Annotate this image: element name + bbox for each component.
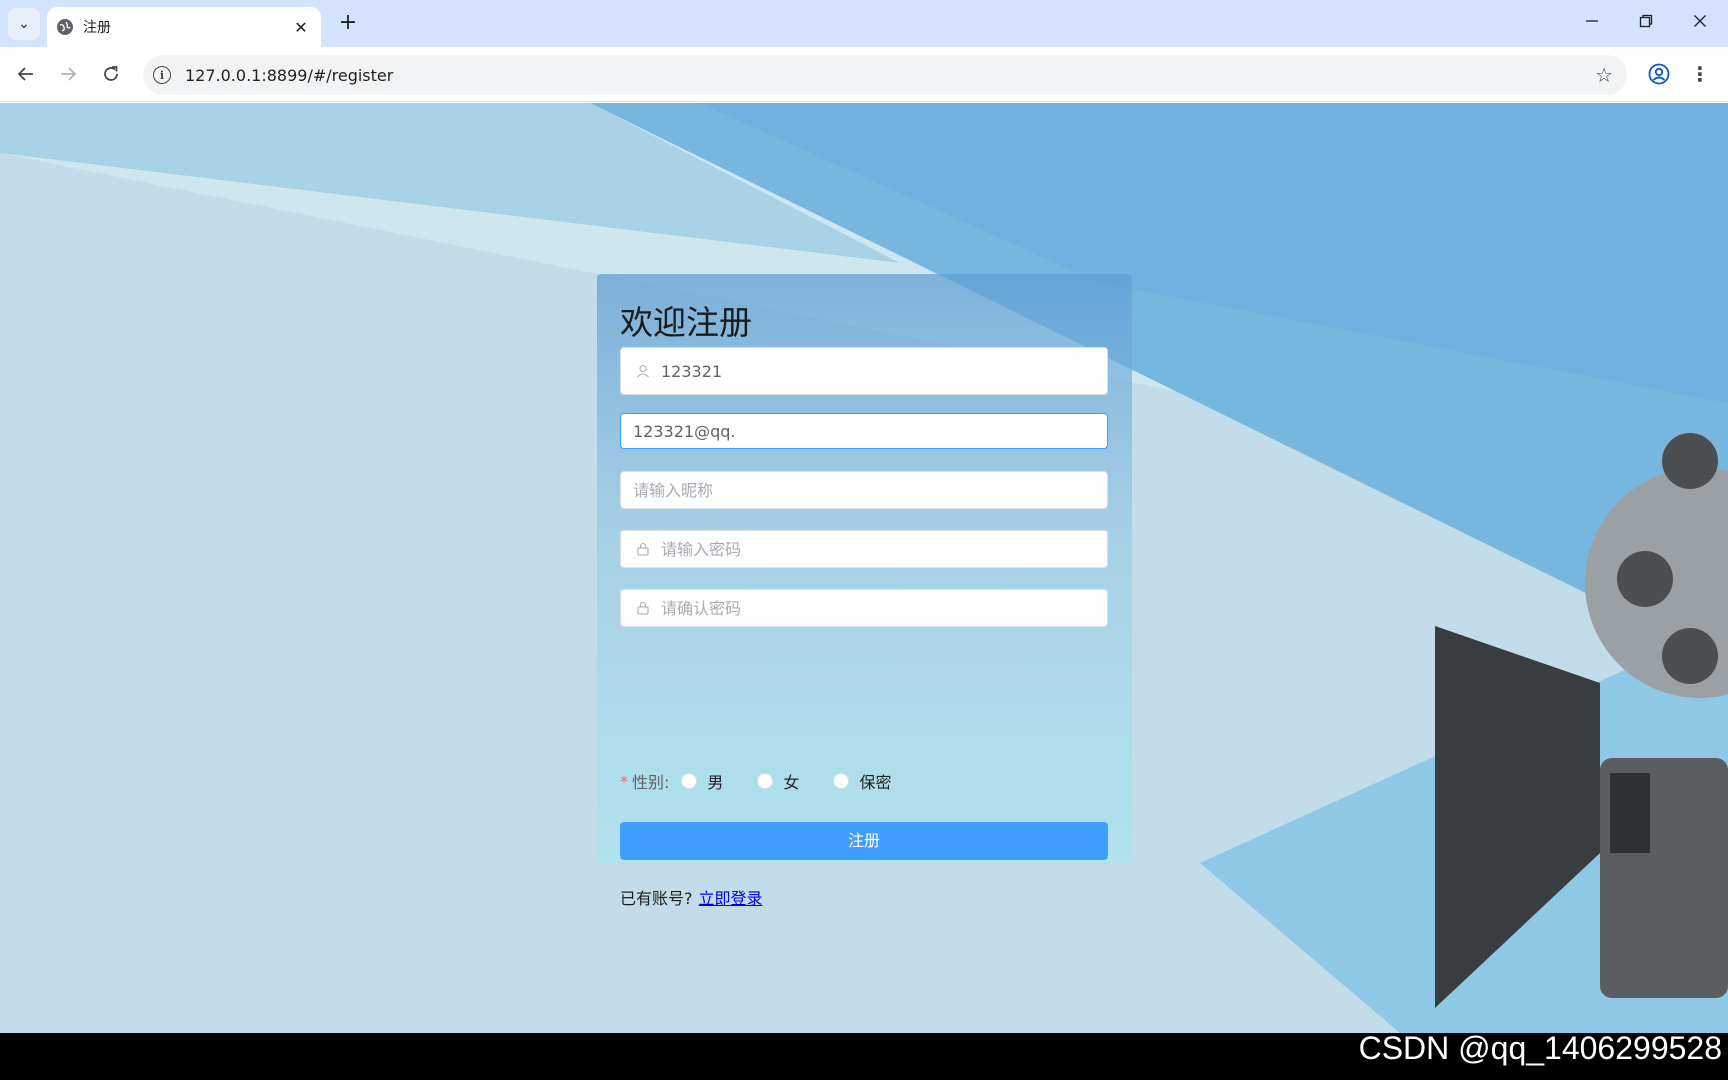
lock-icon <box>635 541 651 557</box>
nickname-field[interactable] <box>620 471 1108 509</box>
page-viewport: 欢迎注册 123321 123321@qq. 请输入昵称 * 性别: 男 女 保… <box>0 103 1728 1033</box>
gender-option-secret[interactable]: 保密 <box>833 769 891 793</box>
register-card: 欢迎注册 123321 123321@qq. 请输入昵称 * 性别: 男 女 保… <box>597 274 1132 908</box>
chevron-down-icon: ⌄ <box>18 16 30 32</box>
gender-option-male[interactable]: 男 <box>681 769 723 793</box>
globe-icon <box>57 19 73 35</box>
new-tab-button[interactable]: + <box>334 10 362 38</box>
address-bar[interactable]: i 127.0.0.1:8899/#/register ☆ <box>143 55 1627 95</box>
tab-register[interactable]: 注册 ✕ <box>47 7 321 47</box>
user-icon <box>635 363 651 379</box>
register-button[interactable]: 注册 <box>620 822 1108 860</box>
forward-icon[interactable] <box>53 59 83 89</box>
confirm-password-field[interactable] <box>620 589 1108 627</box>
gender-group: * 性别: 男 女 保密 <box>620 769 925 793</box>
required-mark: * <box>620 771 628 791</box>
more-menu-icon[interactable]: ⋮ <box>1688 59 1712 89</box>
login-prompt: 已有账号? 立即登录 <box>620 885 763 909</box>
minimize-icon[interactable] <box>1570 8 1614 38</box>
page-title: 欢迎注册 <box>620 303 752 342</box>
radio-icon[interactable] <box>833 773 850 789</box>
email-field[interactable] <box>620 413 1108 449</box>
lock-icon <box>635 600 651 616</box>
restore-icon[interactable] <box>1624 8 1668 38</box>
username-field[interactable] <box>620 347 1108 395</box>
browser-toolbar: i 127.0.0.1:8899/#/register ☆ ⋮ <box>0 47 1728 102</box>
radio-label: 男 <box>707 773 724 792</box>
bookmark-star-icon[interactable]: ☆ <box>1595 63 1613 87</box>
radio-icon[interactable] <box>757 773 774 789</box>
radio-label: 女 <box>783 773 800 792</box>
radio-icon[interactable] <box>681 773 698 789</box>
gender-option-female[interactable]: 女 <box>757 769 799 793</box>
profile-icon[interactable] <box>1645 60 1673 88</box>
tab-strip: ⌄ 注册 ✕ + <box>0 0 1728 47</box>
watermark: CSDN @qq_1406299528 <box>1358 1030 1722 1066</box>
radio-label: 保密 <box>859 773 892 792</box>
browser-window: ⌄ 注册 ✕ + i 127.0.0.1:8899/#/register ☆ ⋮… <box>0 0 1728 1033</box>
login-link[interactable]: 立即登录 <box>699 889 763 908</box>
password-field[interactable] <box>620 530 1108 568</box>
tab-title: 注册 <box>83 20 111 36</box>
email-input[interactable] <box>621 414 1107 448</box>
tab-search-button[interactable]: ⌄ <box>8 8 40 40</box>
gender-label: 性别: <box>632 773 670 792</box>
close-icon[interactable]: ✕ <box>291 18 311 37</box>
password-input[interactable] <box>661 531 1107 567</box>
username-input[interactable] <box>661 348 1107 394</box>
close-window-icon[interactable] <box>1678 8 1722 38</box>
back-icon[interactable] <box>11 59 41 89</box>
reload-icon[interactable] <box>96 59 126 89</box>
site-info-icon[interactable]: i <box>153 66 171 84</box>
have-account-text: 已有账号? <box>620 889 693 908</box>
nickname-input[interactable] <box>621 472 1107 508</box>
confirm-password-input[interactable] <box>661 590 1107 626</box>
url-text: 127.0.0.1:8899/#/register <box>185 65 394 85</box>
